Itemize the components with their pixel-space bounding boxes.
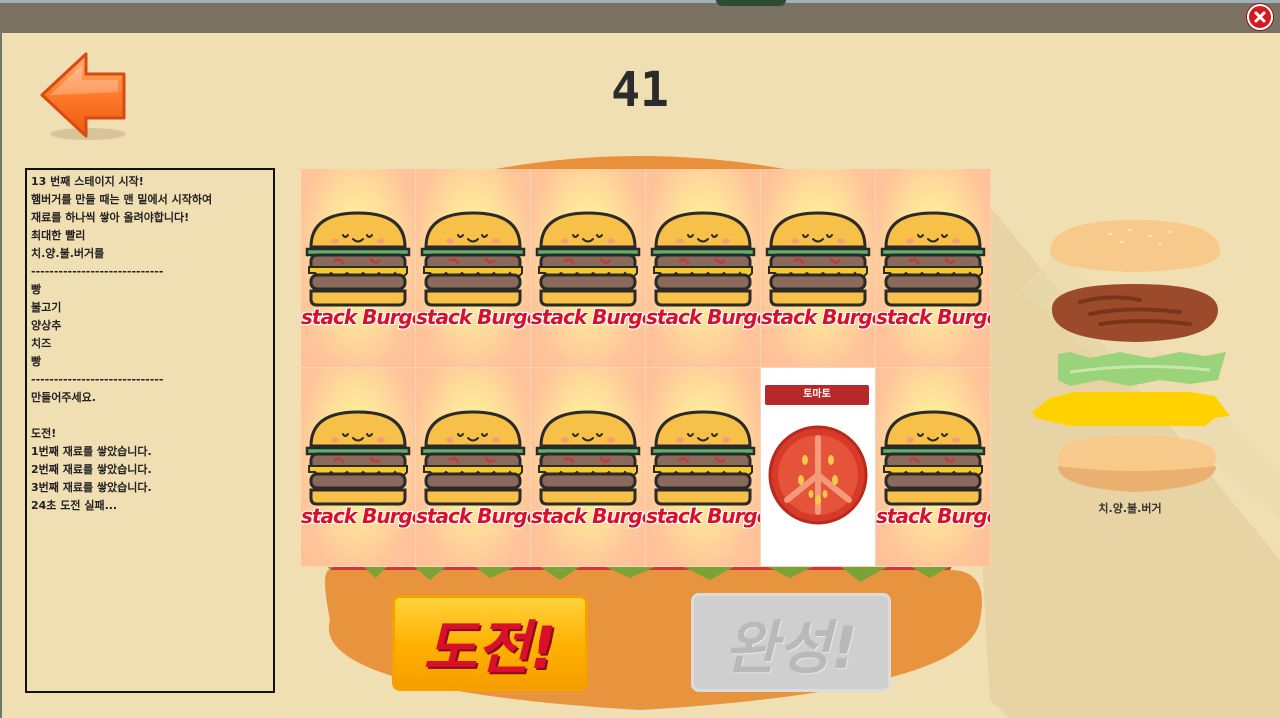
ingredient-label: 토마토 [765,385,869,405]
log-line: 치즈 [31,337,52,350]
burger-icon [880,211,986,307]
log-line: 만들어주세요. [31,391,96,404]
burger-icon [420,410,526,506]
title-bar-decoration [716,0,786,6]
tomato-icon [768,425,868,525]
card-grid: stack Burger stack Burger [301,169,991,567]
log-line: 햄버거를 만들 때는 맨 밑에서 시작하여 [31,193,213,206]
log-line: 24초 도전 실패... [31,499,118,512]
countdown-timer: 41 [611,62,669,118]
card-back[interactable]: stack Burger [646,169,761,368]
log-line: 빵 [31,283,42,296]
close-icon [1254,11,1266,23]
title-bar [0,0,1280,33]
card-ingredient-tomato[interactable]: 토마토 [761,368,876,567]
log-line: ----------------------------- [31,265,164,278]
burger-icon [765,211,871,307]
log-line: 재료를 하나씩 쌓아 올려야합니다! [31,211,190,224]
card-back[interactable]: stack Burger [416,169,531,368]
close-button[interactable] [1247,4,1273,30]
burger-icon [650,211,756,307]
card-back-label: stack Burger [416,504,530,528]
log-line: ----------------------------- [31,373,164,386]
challenge-button[interactable]: 도전! [392,595,588,691]
target-burger-name: 치.양.불.버거 [1098,502,1162,515]
card-back-label: stack Burger [646,305,760,329]
log-line: 불고기 [31,301,62,314]
card-back-label: stack Burger [416,305,530,329]
back-arrow-button[interactable] [36,48,132,144]
cheese-layer [1032,392,1230,426]
card-back[interactable]: stack Burger [876,368,991,567]
card-back-label: stack Burger [761,305,875,329]
burger-icon [305,410,411,506]
game-log: 13 번째 스테이지 시작! 햄버거를 만들 때는 맨 밑에서 시작하여재료를 하… [25,168,275,693]
log-line: 13 번째 스테이지 시작! [31,175,144,188]
card-back[interactable]: stack Burger [531,368,646,567]
complete-button[interactable]: 완성! [691,593,891,692]
top-bun-layer [1050,220,1220,272]
card-back[interactable]: stack Burger [301,368,416,567]
card-back-label: stack Burger [301,504,415,528]
card-back-label: stack Burger [646,504,760,528]
burger-icon [535,211,641,307]
card-back-label: stack Burger [531,305,645,329]
card-back[interactable]: stack Burger [646,368,761,567]
log-line: 3번째 재료를 쌓았습니다. [31,481,152,494]
burger-icon [650,410,756,506]
card-back[interactable]: stack Burger [531,169,646,368]
log-line: 도전! [31,427,57,440]
burger-icon [305,211,411,307]
card-back[interactable]: stack Burger [761,169,876,368]
burger-icon [420,211,526,307]
card-back[interactable]: stack Burger [416,368,531,567]
log-line: 치.양.불.버거를 [31,247,105,260]
log-line: 1번째 재료를 쌓았습니다. [31,445,152,458]
target-burger-preview [1032,220,1230,492]
card-back[interactable]: stack Burger [876,169,991,368]
burger-icon [535,410,641,506]
card-back[interactable]: stack Burger [301,169,416,368]
card-back-label: stack Burger [876,305,990,329]
card-back-label: stack Burger [876,504,990,528]
log-line: 양상추 [31,319,62,332]
log-line: 2번째 재료를 쌓았습니다. [31,463,152,476]
log-line: 빵 [31,355,42,368]
patty-layer [1051,284,1218,342]
card-back-label: stack Burger [531,504,645,528]
log-line: 최대한 빨리 [31,229,86,242]
left-edge [0,33,2,718]
card-back-label: stack Burger [301,305,415,329]
burger-icon [880,410,986,506]
